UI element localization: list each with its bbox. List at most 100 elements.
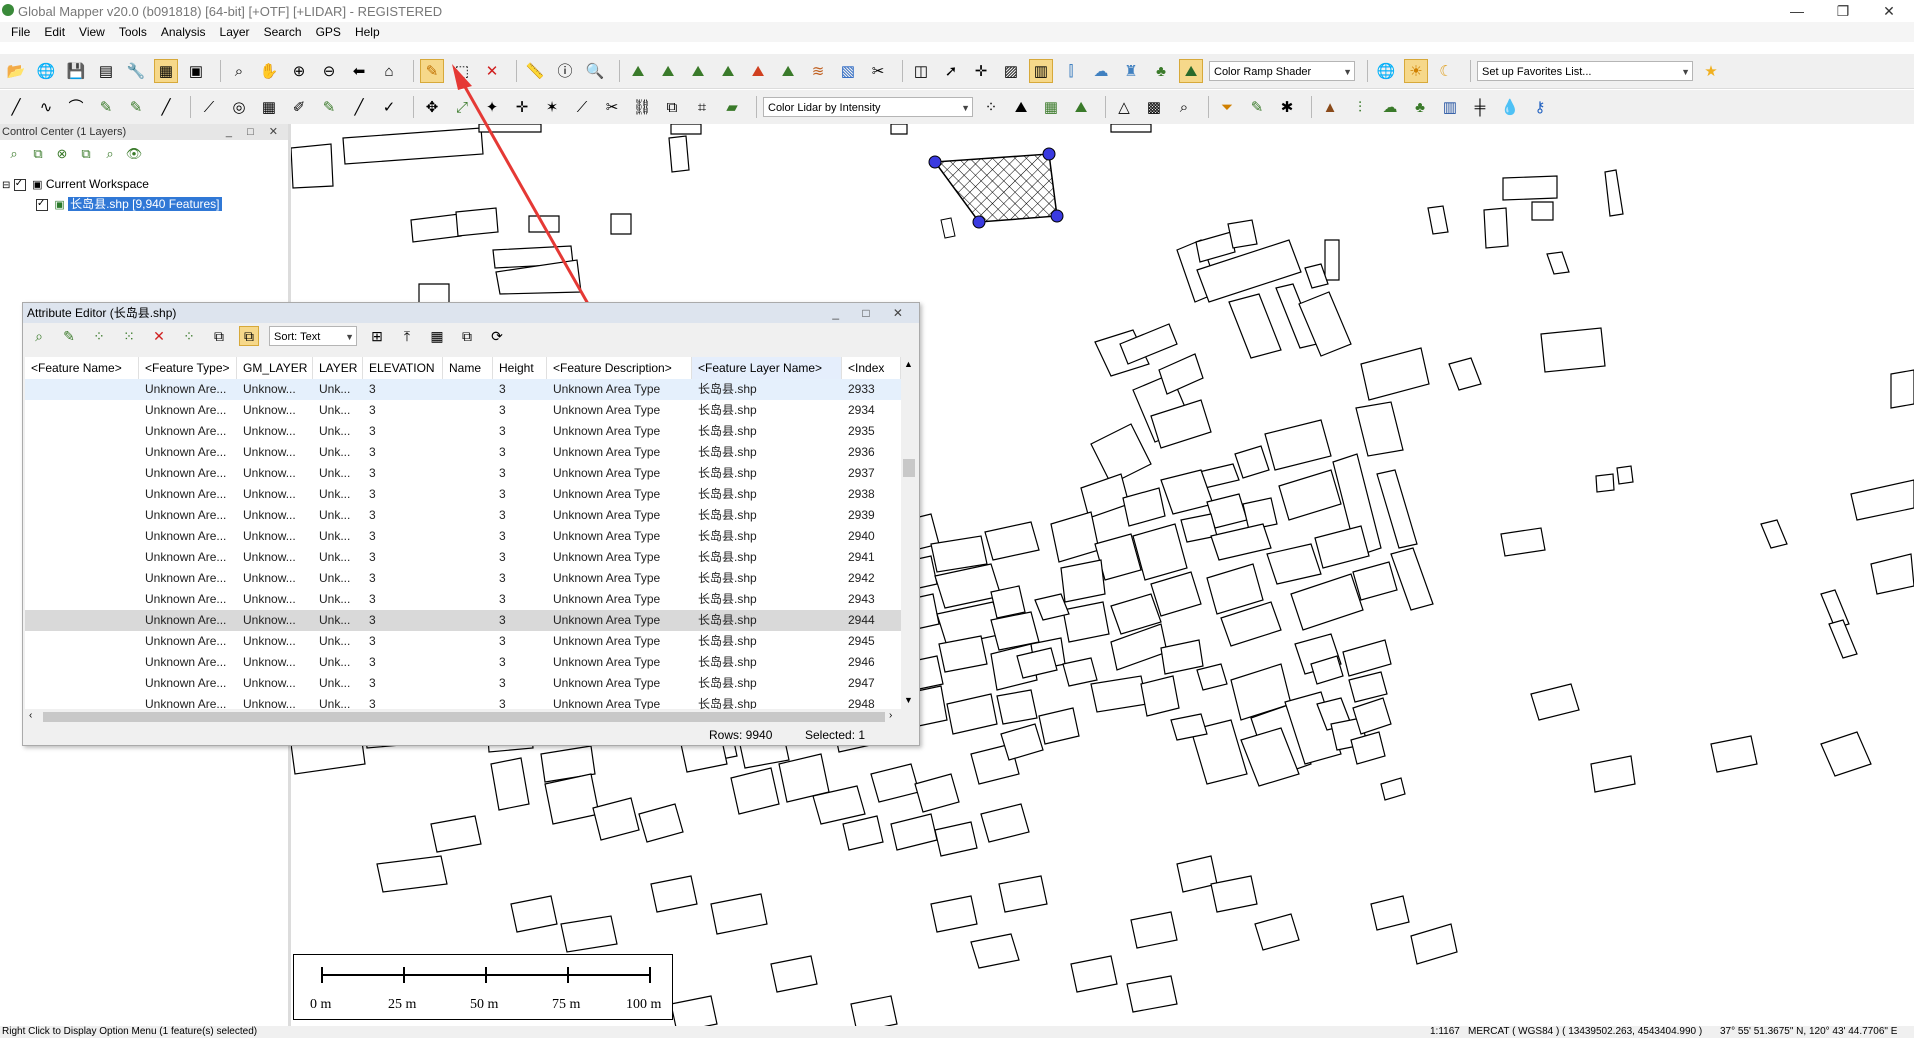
lidar-surface-icon[interactable]: ⛰ xyxy=(1069,95,1093,119)
table-cell[interactable]: Unknown Area Type xyxy=(547,547,692,568)
delete-icon[interactable]: ✕ xyxy=(149,326,169,346)
table-cell[interactable]: Unknown Area Type xyxy=(547,568,692,589)
terrain-6-icon[interactable]: ⛰ xyxy=(776,59,800,83)
measure-icon[interactable]: 📏 xyxy=(523,59,547,83)
table-cell[interactable]: Unknow... xyxy=(237,547,313,568)
table-cell[interactable]: Unknow... xyxy=(237,568,313,589)
table-cell[interactable]: 3 xyxy=(363,442,443,463)
zoom-out-icon[interactable]: ⊖ xyxy=(317,59,341,83)
table-cell[interactable]: Unknown Area Type xyxy=(547,610,692,631)
table-cell[interactable]: 3 xyxy=(363,589,443,610)
table-cell[interactable]: Unknown Area Type xyxy=(547,673,692,694)
table-cell[interactable]: 长岛县.shp xyxy=(692,610,842,631)
table-cell[interactable]: Unknow... xyxy=(237,421,313,442)
table-cell[interactable]: 3 xyxy=(493,694,547,709)
terrain-4-icon[interactable]: ⛰ xyxy=(716,59,740,83)
column-header[interactable]: Height xyxy=(493,357,547,379)
column-header[interactable]: <Index xyxy=(842,357,901,379)
edit-check-icon[interactable]: ✎ xyxy=(1245,95,1269,119)
table-cell[interactable]: Unknow... xyxy=(237,694,313,709)
table-cell[interactable]: 2937 xyxy=(842,463,901,484)
filter-icon[interactable]: ✛ xyxy=(510,95,534,119)
layer-checkbox[interactable] xyxy=(36,196,48,212)
layer-search-icon[interactable]: ⌕ xyxy=(100,143,120,163)
table-cell[interactable]: 3 xyxy=(363,631,443,652)
table-cell[interactable]: 2941 xyxy=(842,547,901,568)
overview-icon[interactable]: ▣ xyxy=(184,59,208,83)
close-button[interactable]: ✕ xyxy=(1866,0,1912,22)
scroll-thumb[interactable] xyxy=(903,459,915,477)
measure-height-icon[interactable]: ⫿ xyxy=(1059,59,1083,83)
sort-select[interactable]: Sort: Text ▼ xyxy=(269,326,357,346)
table-cell[interactable]: 3 xyxy=(363,463,443,484)
table-row[interactable]: Unknown Are... Unknow... Unk... 3 3 Unknown A… xyxy=(25,421,901,442)
table-cell[interactable]: Unknown Are... xyxy=(139,589,237,610)
remove-layer-icon[interactable]: ⊗ xyxy=(52,143,72,163)
snap-icon[interactable]: ✥ xyxy=(420,95,444,119)
open-folder-icon[interactable]: 📂 xyxy=(4,59,28,83)
info-icon[interactable]: ⓘ xyxy=(553,59,577,83)
shader-select[interactable]: Color Ramp Shader ▼ xyxy=(1209,61,1355,81)
table-cell[interactable]: 2944 xyxy=(842,610,901,631)
table-cell[interactable]: Unknow... xyxy=(237,379,313,400)
table-cell[interactable]: 长岛县.shp xyxy=(692,589,842,610)
table-cell[interactable]: Unknown Are... xyxy=(139,505,237,526)
table-cell[interactable]: Unknown Are... xyxy=(139,379,237,400)
digitize-curve-icon[interactable]: ∿ xyxy=(34,95,58,119)
eye-icon[interactable]: 👁 xyxy=(124,143,144,163)
union-icon[interactable]: ⧉ xyxy=(660,95,684,119)
table-cell[interactable]: Unk... xyxy=(313,547,363,568)
vertical-scrollbar[interactable]: ▲ ▼ xyxy=(901,357,917,709)
column-header[interactable]: <Feature Layer Name> xyxy=(692,357,842,379)
menu-tools[interactable]: Tools xyxy=(112,22,154,42)
table-cell[interactable]: 长岛县.shp xyxy=(692,526,842,547)
table-cell[interactable]: Unknow... xyxy=(237,652,313,673)
table-cell[interactable]: Unk... xyxy=(313,442,363,463)
tree-workspace[interactable]: ⊟ ▣ Current Workspace xyxy=(2,176,149,194)
sun-shade-icon[interactable]: ☀ xyxy=(1404,59,1428,83)
link-icon[interactable]: ⛓ xyxy=(630,95,654,119)
split-icon[interactable]: ✎ xyxy=(317,95,341,119)
table-cell[interactable]: 长岛县.shp xyxy=(692,442,842,463)
table-cell[interactable]: 3 xyxy=(493,526,547,547)
table-cell[interactable]: Unk... xyxy=(313,589,363,610)
rotate-icon[interactable]: ⟋ xyxy=(197,95,221,119)
hscroll-thumb[interactable] xyxy=(43,712,885,722)
settings-icon[interactable]: ✱ xyxy=(1275,95,1299,119)
move-icon[interactable]: ╱ xyxy=(154,95,178,119)
mountains-icon[interactable]: ⛰ xyxy=(1179,59,1203,83)
table-cell[interactable]: 长岛县.shp xyxy=(692,673,842,694)
ground-icon[interactable]: ✶ xyxy=(540,95,564,119)
shrub-icon[interactable]: ☁ xyxy=(1378,95,1402,119)
table-cell[interactable]: Unknown Are... xyxy=(139,526,237,547)
scroll-left-icon[interactable]: ‹ xyxy=(29,710,32,721)
attribute-editor-controls[interactable]: _ □ ✕ xyxy=(832,303,913,323)
column-header[interactable]: <Feature Description> xyxy=(547,357,692,379)
table-cell[interactable]: 3 xyxy=(363,547,443,568)
refresh-icon[interactable]: ⟳ xyxy=(487,326,507,346)
table-cell[interactable]: 长岛县.shp xyxy=(692,568,842,589)
table-row[interactable]: Unknown Are... Unknow... Unk... 3 3 Unknown A… xyxy=(25,694,901,709)
globe-icon[interactable]: 🌐 xyxy=(34,59,58,83)
crosshair-icon[interactable]: ✛ xyxy=(969,59,993,83)
selected-feature[interactable] xyxy=(933,153,1058,223)
table-cell[interactable]: 2938 xyxy=(842,484,901,505)
table-cell[interactable]: 3 xyxy=(493,610,547,631)
add-layer-icon[interactable]: ⧉ xyxy=(28,143,48,163)
menu-analysis[interactable]: Analysis xyxy=(154,22,213,42)
select-none-icon[interactable]: ⁙ xyxy=(119,326,139,346)
layer-up-icon[interactable]: ⧉ xyxy=(76,143,96,163)
column-header[interactable]: GM_LAYER xyxy=(237,357,313,379)
table-cell[interactable]: 3 xyxy=(493,463,547,484)
lidar-terrain-icon[interactable]: ⛰ xyxy=(1009,95,1033,119)
key-icon[interactable]: ⚷ xyxy=(1528,95,1552,119)
column-header[interactable]: ELEVATION xyxy=(363,357,443,379)
select-all-icon[interactable]: ⁘ xyxy=(89,326,109,346)
ruler-icon[interactable]: ▰ xyxy=(720,95,744,119)
tree-classify-icon[interactable]: ♣ xyxy=(1408,95,1432,119)
table-cell[interactable]: 2943 xyxy=(842,589,901,610)
column-header[interactable]: Name xyxy=(443,357,493,379)
table-cell[interactable]: 3 xyxy=(493,568,547,589)
scroll-right-icon[interactable]: › xyxy=(889,710,892,721)
zoom-in-icon[interactable]: ⊕ xyxy=(287,59,311,83)
